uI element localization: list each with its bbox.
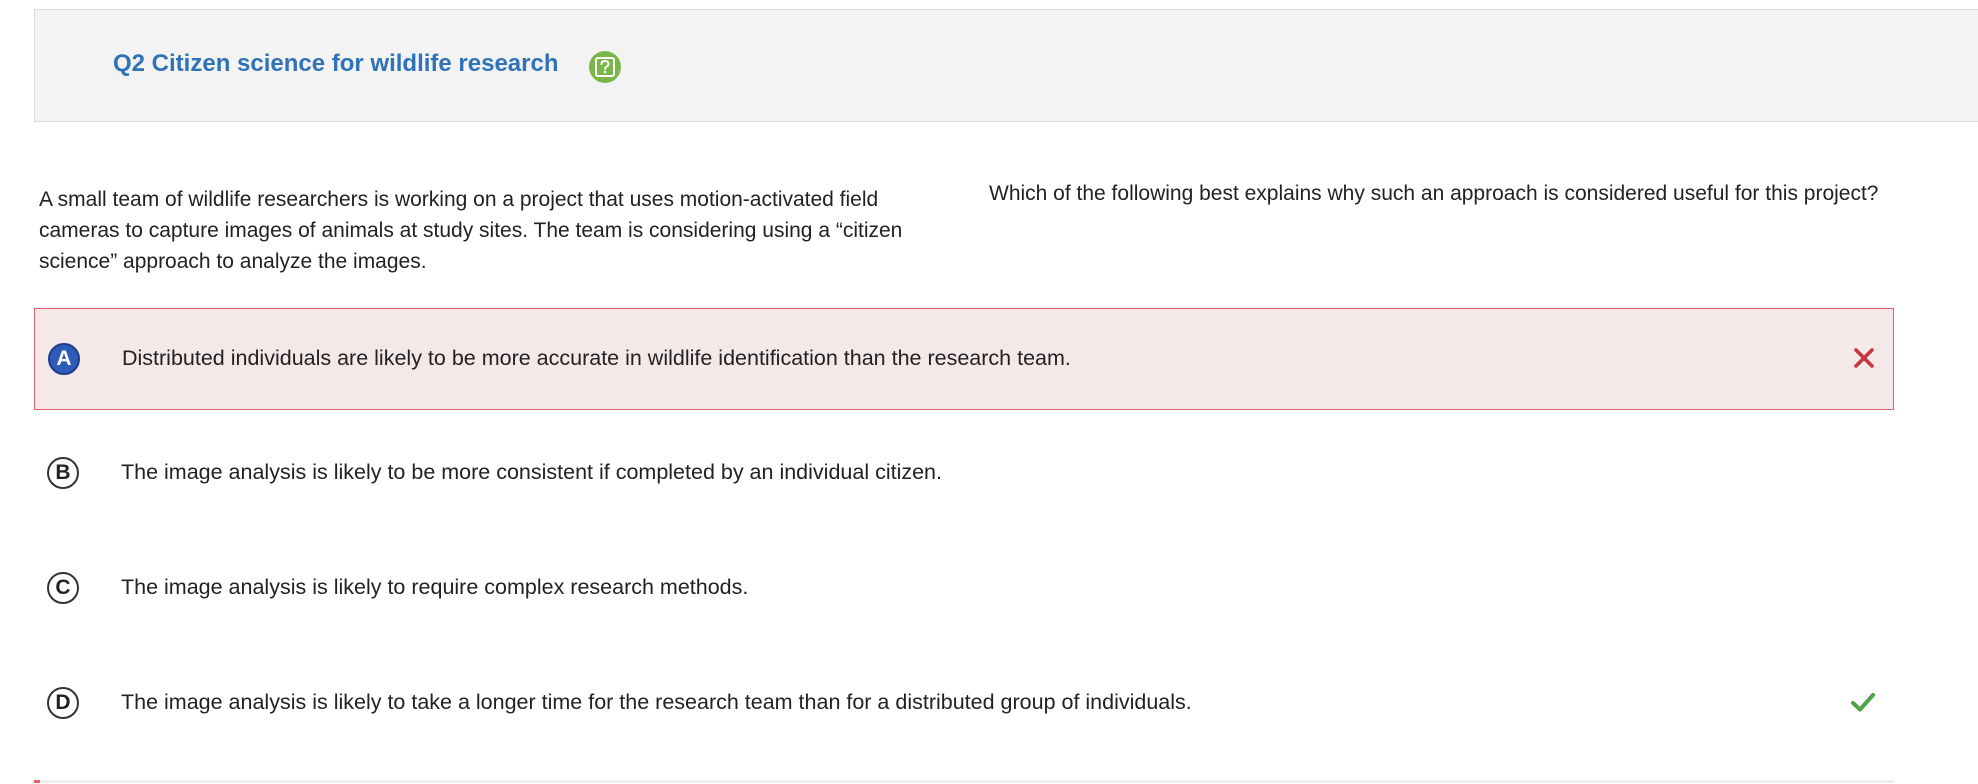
choice-a-text: Distributed individuals are likely to be… xyxy=(122,346,1071,370)
choice-c-letter: C xyxy=(47,572,79,604)
checkmark-icon xyxy=(1851,693,1875,712)
choice-b[interactable]: B The image analysis is likely to be mor… xyxy=(34,423,1894,525)
help-glyph xyxy=(595,57,615,77)
x-icon xyxy=(1854,348,1874,368)
question-stem: A small team of wildlife researchers is … xyxy=(39,188,903,273)
choice-a-letter: A xyxy=(48,343,80,375)
choice-b-letter: B xyxy=(47,457,79,489)
question-title: Q2 Citizen science for wildlife research xyxy=(113,50,559,77)
choice-d[interactable]: D The image analysis is likely to take a… xyxy=(34,653,1894,755)
section-divider xyxy=(34,780,1894,783)
question-page: Q2 Citizen science for wildlife research… xyxy=(0,0,1978,784)
choice-a[interactable]: A Distributed individuals are likely to … xyxy=(34,308,1894,410)
question-prompt: Which of the following best explains why… xyxy=(989,182,1879,205)
divider-accent xyxy=(34,780,40,783)
choice-d-letter: D xyxy=(47,687,79,719)
choice-b-text: The image analysis is likely to be more … xyxy=(121,460,942,484)
choice-c-text: The image analysis is likely to require … xyxy=(121,575,749,599)
choice-d-text: The image analysis is likely to take a l… xyxy=(121,690,1192,714)
help-icon[interactable] xyxy=(589,51,621,83)
choice-c[interactable]: C The image analysis is likely to requir… xyxy=(34,538,1894,640)
question-header: Q2 Citizen science for wildlife research xyxy=(34,9,1978,122)
